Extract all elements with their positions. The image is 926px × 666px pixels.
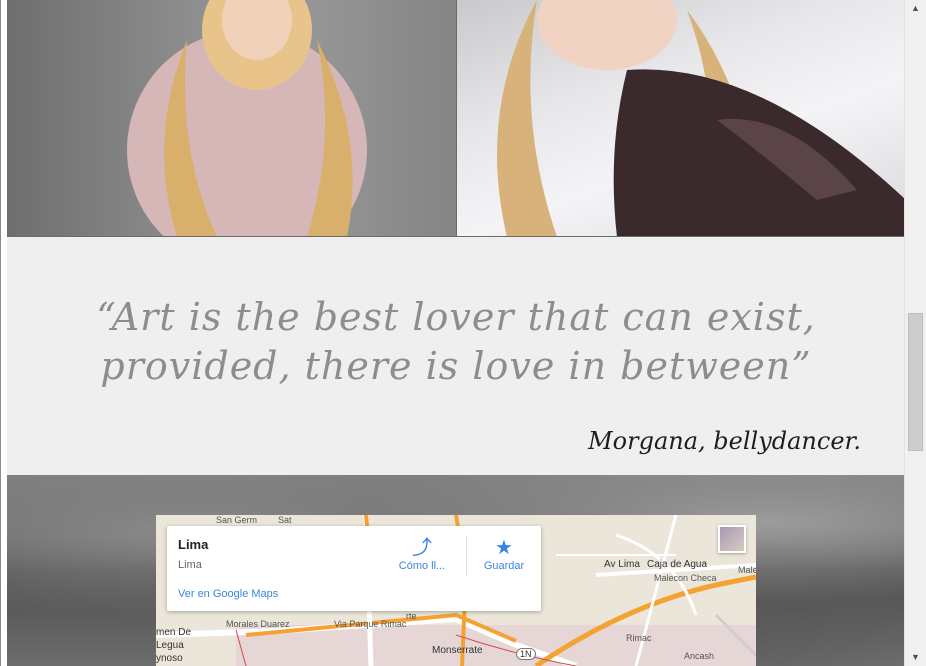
map-label-via-parque: Via Parque Rimac [334, 619, 407, 629]
map-label-sat: Sat [278, 515, 292, 525]
photo-right-figure [497, 0, 905, 237]
map-profile-thumbnail[interactable] [718, 525, 746, 553]
map-label-caja-de-agua: Caja de Agua [647, 559, 708, 570]
star-icon: ★ [495, 537, 513, 559]
photo-woman-pink-sweater [7, 0, 456, 237]
map-label-legua: Legua [156, 640, 184, 651]
save-label: Guardar [483, 560, 525, 572]
save-button[interactable]: ★ Guardar [469, 536, 539, 572]
page-viewport: “Art is the best lover that can exist, p… [0, 0, 926, 666]
map-label-ancash: Ancash [684, 651, 715, 661]
vertical-scrollbar[interactable]: ▲ ▼ [904, 0, 926, 666]
card-divider [466, 536, 467, 576]
map-label-route-1n: 1N [516, 648, 536, 660]
directions-button[interactable]: ⤴ Cómo ll... [387, 536, 457, 572]
photo-woman-glasses [456, 0, 905, 237]
quote-text: “Art is the best lover that can exist, p… [96, 295, 816, 388]
map-place-card: Lima Lima Ver en Google Maps ⤴ Cómo ll..… [167, 526, 541, 611]
map-label-rte: rte [406, 611, 417, 621]
scroll-down-arrow-icon[interactable]: ▼ [905, 649, 926, 666]
map-label-ynoso: ynoso [156, 653, 183, 664]
view-in-google-maps-link[interactable]: Ver en Google Maps [178, 588, 278, 600]
scroll-up-arrow-icon[interactable]: ▲ [905, 0, 926, 17]
quote-author: Morgana, bellydancer. [588, 427, 861, 455]
map-label-av-lima: Av Lima [604, 559, 640, 570]
scrollbar-thumb[interactable] [908, 313, 923, 451]
place-title: Lima [178, 537, 209, 552]
photo-left-figure [127, 0, 367, 237]
place-subtitle: Lima [178, 559, 202, 571]
map-label-men-de: men De [156, 627, 192, 638]
map-label-morales: Morales Duarez [226, 619, 290, 629]
directions-icon: ⤴ [412, 537, 432, 559]
directions-label: Cómo ll... [398, 560, 446, 572]
quote-section: “Art is the best lover that can exist, p… [7, 237, 905, 475]
map-label-male: Male [738, 565, 756, 575]
map-label-san-germ: San Germ [216, 515, 258, 525]
embedded-google-map[interactable]: San Germ Sat Av Lima Caja de Agua Maleco… [156, 515, 756, 666]
map-label-rimac: Rimac [626, 633, 652, 643]
map-label-malecon: Malecon Checa [654, 573, 717, 583]
map-label-monserrate: Monserrate [432, 645, 483, 656]
